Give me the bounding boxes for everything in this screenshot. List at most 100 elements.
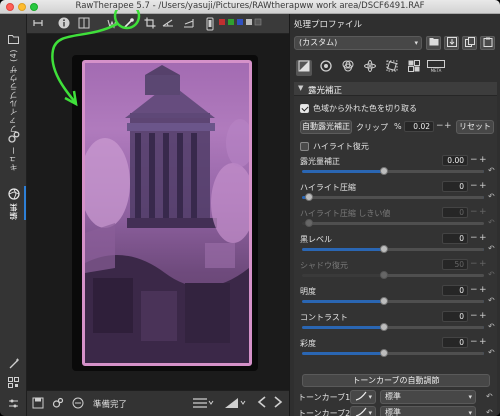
processing-profile-header: 処理プロファイル	[294, 20, 363, 30]
control-value-input[interactable]: 0	[442, 181, 468, 192]
control-plus-button[interactable]: +	[479, 207, 487, 217]
control-reset-icon[interactable]: ↶	[488, 218, 495, 227]
next-image-icon[interactable]	[271, 396, 285, 410]
control-value-input[interactable]: 0	[442, 311, 468, 322]
control-minus-button[interactable]: −	[470, 207, 478, 217]
control-plus-button[interactable]: +	[479, 155, 487, 165]
grid-button[interactable]	[0, 377, 27, 389]
control-slider[interactable]	[302, 323, 484, 331]
paste-profile-button[interactable]	[480, 36, 495, 50]
slider-knob[interactable]	[380, 297, 388, 305]
tone-curve-type-select[interactable]: ▾	[350, 406, 376, 416]
copy-profile-button[interactable]	[462, 36, 477, 50]
control-reset-icon[interactable]: ↶	[488, 322, 495, 331]
clip-minus-button[interactable]: −	[436, 121, 444, 131]
control-plus-button[interactable]: +	[479, 233, 487, 243]
slider-track	[384, 170, 484, 173]
control-value-input[interactable]: 0	[442, 337, 468, 348]
control-reset-icon[interactable]: ↶	[488, 348, 495, 357]
tab-advanced[interactable]	[362, 60, 378, 76]
control-reset-icon[interactable]: ↶	[488, 192, 495, 201]
previous-image-icon[interactable]	[255, 396, 269, 410]
tone-curve-type-select[interactable]: ▾	[350, 390, 376, 404]
slider-track	[384, 300, 484, 303]
histogram-toggle-icon[interactable]	[191, 396, 215, 410]
control-minus-button[interactable]: −	[470, 233, 478, 243]
clip-label: クリップ	[356, 123, 388, 132]
clip-plus-button[interactable]: +	[444, 121, 452, 131]
profile-select[interactable]: (カスタム) ▾	[294, 36, 422, 50]
tab-detail[interactable]	[318, 60, 334, 76]
control-plus-button[interactable]: +	[479, 311, 487, 321]
tone-curve-reset-icon[interactable]: ↶	[486, 408, 493, 416]
control-reset-icon[interactable]: ↶	[488, 296, 495, 305]
control-minus-button[interactable]: −	[470, 337, 478, 347]
highlight-recovery-checkbox[interactable]	[300, 141, 309, 151]
collapse-arrow-icon: ▼	[298, 84, 304, 92]
control-value-input[interactable]: 0	[442, 207, 468, 218]
sliders-button[interactable]	[0, 398, 27, 410]
tab-color[interactable]	[340, 60, 356, 76]
control-plus-button[interactable]: +	[479, 285, 487, 295]
tab-queue[interactable]: キュー	[0, 131, 27, 172]
control-minus-button[interactable]: −	[470, 155, 478, 165]
section-title: 露光補正	[308, 86, 343, 96]
external-editor-icon[interactable]	[71, 397, 85, 411]
tone-curve-label: トーンカーブ1:	[298, 393, 353, 402]
clip-oog-checkbox-row[interactable]: 色域から外れた色を切り取る	[300, 102, 417, 114]
control-reset-icon[interactable]: ↶	[488, 244, 495, 253]
highlight-recovery-row[interactable]: ハイライト復元	[300, 140, 369, 152]
control-slider[interactable]	[302, 297, 484, 305]
slider-knob[interactable]	[380, 349, 388, 357]
control-value-input[interactable]: 50	[442, 259, 468, 270]
tone-curve-mode-select[interactable]: 標準 ▾	[380, 406, 476, 416]
control-value-input[interactable]: 0.00	[442, 155, 468, 166]
control-plus-button[interactable]: +	[479, 259, 487, 269]
control-slider[interactable]	[302, 167, 484, 175]
clip-oog-checkbox[interactable]	[300, 103, 309, 113]
slider-knob[interactable]	[305, 219, 313, 227]
queue-add-icon[interactable]	[51, 397, 65, 411]
tab-raw[interactable]	[406, 60, 422, 76]
control-reset-icon[interactable]: ↶	[488, 270, 495, 279]
tab-exposure[interactable]	[296, 60, 312, 76]
save-profile-button[interactable]	[444, 36, 459, 50]
slider-knob[interactable]	[380, 167, 388, 175]
reset-button[interactable]: リセット	[456, 120, 494, 134]
exposure-section-header[interactable]: ▼ 露光補正	[294, 82, 497, 96]
control-minus-button[interactable]: −	[470, 285, 478, 295]
slider-knob[interactable]	[380, 245, 388, 253]
control-slider[interactable]	[302, 193, 484, 201]
control-label: ハイライト圧縮	[300, 183, 356, 192]
control-minus-button[interactable]: −	[470, 259, 478, 269]
control-slider[interactable]	[302, 349, 484, 357]
clip-percent-input[interactable]: 0.02	[404, 121, 434, 132]
tone-curve-mode-select[interactable]: 標準 ▾	[380, 390, 476, 404]
control-minus-button[interactable]: −	[470, 311, 478, 321]
auto-levels-button[interactable]: 自動露光補正	[300, 120, 352, 134]
tone-curve-reset-icon[interactable]: ↶	[486, 392, 493, 401]
auto-tone-curve-button[interactable]: トーンカーブの自動調節	[302, 374, 490, 387]
slider-knob[interactable]	[380, 271, 388, 279]
history-button[interactable]	[0, 358, 27, 370]
control-slider[interactable]	[302, 219, 484, 227]
tab-metadata[interactable]: META	[426, 60, 446, 76]
tab-transform[interactable]	[384, 60, 400, 76]
control-plus-button[interactable]: +	[479, 337, 487, 347]
control-minus-button[interactable]: −	[470, 181, 478, 191]
control-reset-icon[interactable]: ↶	[488, 166, 495, 175]
slider-knob[interactable]	[305, 193, 313, 201]
slider-knob[interactable]	[380, 323, 388, 331]
control-value-input[interactable]: 0	[442, 285, 468, 296]
control-plus-button[interactable]: +	[479, 181, 487, 191]
image-viewer[interactable]	[27, 10, 289, 390]
save-icon[interactable]	[31, 397, 45, 411]
control-slider[interactable]	[302, 271, 484, 279]
control-value-input[interactable]: 0	[442, 233, 468, 244]
open-profile-button[interactable]	[426, 36, 441, 50]
tab-file-browser[interactable]: ファイルブラウザ (4)	[0, 34, 27, 133]
slider-track	[384, 248, 484, 251]
tab-editor[interactable]: 編集	[0, 188, 27, 220]
zoom-options-icon[interactable]	[223, 396, 247, 410]
control-slider[interactable]	[302, 245, 484, 253]
